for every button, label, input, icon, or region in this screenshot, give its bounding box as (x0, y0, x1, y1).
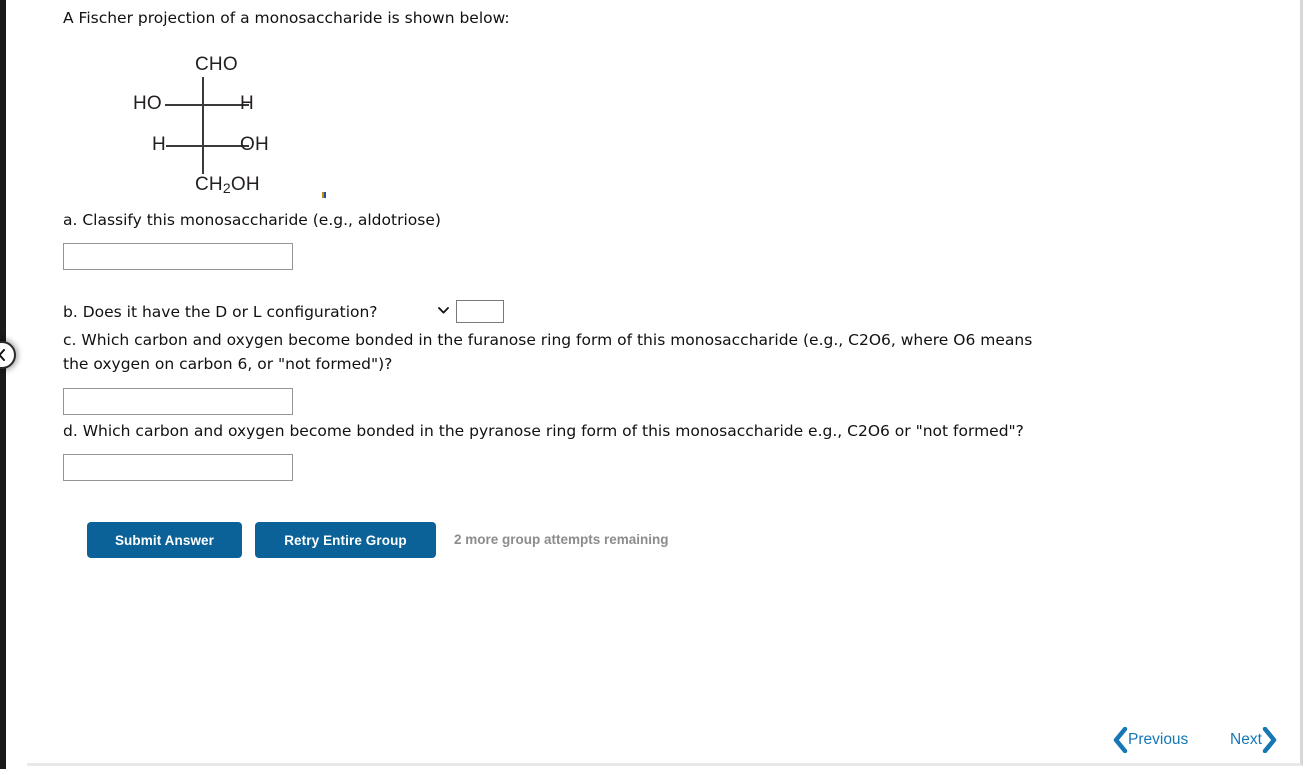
fischer-label-cho: CHO (195, 54, 238, 75)
chevron-right-icon (1262, 727, 1277, 753)
submit-answer-button[interactable]: Submit Answer (87, 522, 242, 558)
fischer-label-ch2oh-main: CH (195, 174, 223, 195)
previous-link-label: Previous (1128, 731, 1189, 748)
fischer-projection-figure: CHO HO H H OH CH2OH (112, 45, 342, 205)
question-prompt: A Fischer projection of a monosaccharide… (63, 9, 510, 27)
fischer-label-ch2oh: CH2OH (195, 174, 260, 196)
render-artifact-dot (322, 192, 326, 198)
question-c-text-line2: the oxygen on carbon 6, or "not formed")… (63, 355, 393, 373)
sidebar-collapse-handle[interactable] (0, 341, 16, 369)
fischer-label-oh-right: OH (240, 134, 269, 155)
fischer-label-h-left: H (152, 134, 166, 155)
question-d-text: d. Which carbon and oxygen become bonded… (63, 422, 1024, 440)
question-a-text: a. Classify this monosaccharide (e.g., a… (63, 211, 441, 229)
fischer-bond-vertical-bottom (202, 146, 204, 174)
question-content-card: A Fischer projection of a monosaccharide… (27, 0, 1303, 766)
next-link[interactable]: Next (1230, 727, 1277, 753)
question-c-text-line1: c. Which carbon and oxygen become bonded… (63, 331, 1033, 349)
fischer-bond-horizontal-lower (166, 145, 249, 147)
fischer-bond-horizontal-upper (165, 104, 249, 106)
fischer-label-ch2oh-tail: OH (230, 174, 260, 195)
next-link-label: Next (1230, 731, 1262, 748)
retry-entire-group-button[interactable]: Retry Entire Group (255, 522, 436, 558)
question-b-configuration-select[interactable] (456, 300, 504, 323)
fischer-label-ho-left: HO (133, 93, 162, 114)
fischer-bond-vertical-middle (202, 105, 204, 146)
previous-link[interactable]: Previous (1113, 727, 1188, 753)
fischer-label-h-right: H (240, 93, 254, 114)
question-c-input[interactable] (63, 388, 293, 415)
left-edge-rail (0, 0, 6, 769)
question-b-text: b. Does it have the D or L configuration… (63, 303, 378, 321)
attempts-remaining-text: 2 more group attempts remaining (454, 532, 669, 547)
chevron-left-icon (0, 349, 5, 361)
chevron-left-icon (1113, 727, 1128, 753)
fischer-label-ch2oh-subscript: 2 (222, 180, 231, 196)
question-a-input[interactable] (63, 243, 293, 270)
question-d-input[interactable] (63, 454, 293, 481)
chevron-down-icon (438, 307, 449, 314)
fischer-bond-vertical-top (202, 77, 204, 105)
